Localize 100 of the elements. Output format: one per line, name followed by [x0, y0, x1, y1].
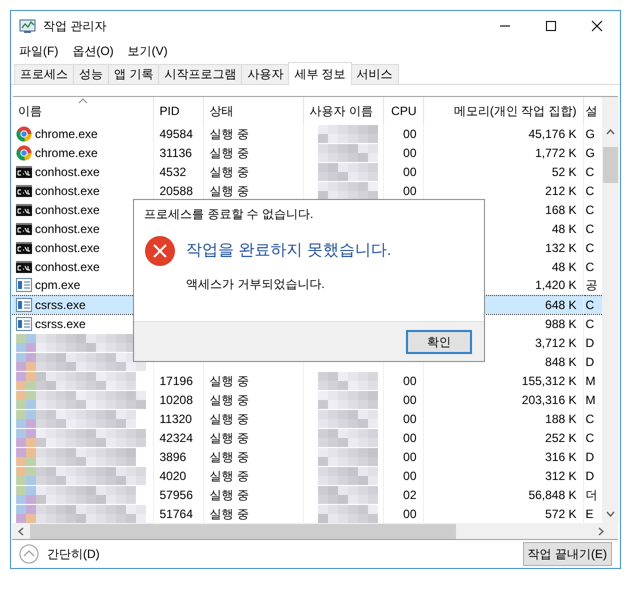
memory-text: 988 K — [545, 316, 576, 331]
status-text: 실행 중 — [210, 184, 249, 198]
end-task-button[interactable]: 작업 끝내기(E) — [522, 542, 612, 566]
console-icon — [16, 204, 32, 216]
error-icon — [144, 235, 176, 267]
column-header[interactable]: 설 — [586, 104, 598, 118]
status-text: 실행 중 — [210, 392, 249, 406]
tab[interactable]: 서비스 — [350, 64, 399, 84]
close-icon[interactable] — [591, 20, 603, 32]
console-icon — [16, 260, 32, 272]
collapse-link[interactable]: 간단히(D) — [47, 545, 100, 563]
status-text: 실행 중 — [210, 412, 249, 426]
ok-button[interactable]: 확인 — [406, 330, 472, 354]
memory-text: 1,420 K — [535, 278, 576, 292]
cpu-text: 00 — [403, 450, 416, 464]
tab[interactable]: 사용자 — [241, 64, 290, 84]
process-name: chrome.exe — [35, 126, 98, 142]
tab[interactable]: 성능 — [73, 64, 109, 84]
column-7-text: C — [586, 412, 594, 426]
status-text: 실행 중 — [210, 506, 249, 520]
process-name: chrome.exe — [35, 144, 98, 162]
menu-item[interactable]: 옵션(O) — [72, 42, 114, 60]
column-7-text: E — [586, 506, 594, 520]
status-text: 실행 중 — [210, 146, 249, 160]
column-header[interactable]: 메모리(개인 작업 집합) — [454, 104, 576, 118]
dialog-message: 액세스가 거부되었습니다. — [185, 276, 325, 293]
console-icon — [16, 184, 32, 196]
status-text: 실행 중 — [210, 374, 249, 388]
memory-text: 48 K — [552, 222, 576, 236]
column-7-text: C — [586, 430, 594, 444]
column-header[interactable]: 상태 — [210, 104, 234, 118]
process-name: csrss.exe — [35, 296, 86, 314]
column-header[interactable]: 이름 — [18, 104, 42, 118]
cpu-text: 00 — [403, 164, 416, 178]
status-text: 실행 중 — [210, 126, 249, 140]
menu-item[interactable]: 파일(F) — [19, 42, 58, 60]
sort-icon — [78, 98, 88, 104]
column-7-text: C — [586, 316, 594, 331]
process-name-cell[interactable]: chrome.exe — [12, 143, 153, 162]
pid-text: 42324 — [160, 430, 193, 444]
cpu-text: 00 — [403, 126, 416, 140]
status-text: 실행 중 — [210, 450, 249, 464]
pid-text: 31136 — [160, 146, 192, 160]
scrollbar-thumb[interactable] — [30, 524, 456, 538]
column-7-text: M — [586, 374, 596, 388]
process-name-cell[interactable]: conhost.exe — [12, 162, 153, 181]
pid-text: 49584 — [160, 126, 193, 140]
collapse-icon[interactable] — [19, 544, 39, 564]
tab[interactable]: 시작프로그램 — [158, 64, 242, 84]
memory-text: 3,712 K — [535, 336, 576, 350]
column-7-text: G — [586, 146, 595, 160]
maximize-icon[interactable] — [545, 20, 557, 32]
scroll-down-icon[interactable] — [606, 511, 615, 517]
memory-text: 848 K — [545, 354, 576, 368]
memory-text: 188 K — [545, 412, 576, 426]
console-icon — [16, 222, 32, 234]
memory-text: 132 K — [545, 240, 576, 254]
pid-text: 17196 — [160, 374, 193, 388]
process-name-cell[interactable]: chrome.exe — [12, 124, 153, 143]
memory-text: 312 K — [545, 468, 576, 482]
tab[interactable]: 앱 기록 — [108, 64, 160, 84]
memory-text: 203,316 K — [522, 392, 576, 406]
dialog-heading: 작업을 완료하지 못했습니다. — [186, 241, 392, 261]
memory-text: 316 K — [545, 450, 576, 464]
browser-icon — [16, 144, 32, 160]
process-name: conhost.exe — [35, 220, 100, 238]
window-icon — [16, 298, 32, 312]
memory-text: 648 K — [545, 298, 576, 312]
column-7-text: C — [586, 202, 594, 216]
status-text: 실행 중 — [210, 468, 249, 482]
browser-icon — [16, 126, 32, 142]
tab[interactable]: 세부 정보 — [288, 62, 352, 85]
column-header[interactable]: 사용자 이름 — [310, 104, 373, 118]
cpu-text: 00 — [403, 374, 416, 388]
column-header[interactable]: PID — [160, 104, 180, 118]
tab[interactable]: 프로세스 — [14, 64, 74, 84]
task-manager-icon — [19, 18, 37, 34]
column-7-text: 더 — [586, 488, 598, 502]
cpu-text: 00 — [403, 412, 416, 426]
cpu-text: 00 — [403, 430, 416, 444]
pid-text: 20588 — [160, 184, 193, 198]
scroll-left-icon[interactable] — [18, 526, 24, 536]
column-7-text: C — [586, 184, 594, 198]
memory-text: 212 K — [545, 184, 576, 198]
column-7-text: C — [586, 298, 594, 312]
pid-text: 51764 — [160, 506, 193, 520]
column-7-text: 공 — [586, 278, 598, 292]
memory-text: 45,176 K — [528, 126, 576, 140]
process-name: cpm.exe — [35, 277, 80, 294]
memory-text: 48 K — [552, 260, 576, 274]
scrollbar-thumb[interactable] — [603, 147, 618, 183]
process-name: csrss.exe — [35, 316, 86, 333]
status-text: 실행 중 — [210, 488, 249, 502]
menu-item[interactable]: 보기(V) — [128, 42, 168, 60]
cpu-text: 00 — [403, 468, 416, 482]
scroll-right-icon[interactable] — [598, 526, 604, 536]
scroll-up-icon[interactable] — [606, 129, 615, 135]
cpu-text: 00 — [403, 184, 416, 198]
column-header[interactable]: CPU — [391, 104, 416, 118]
cpu-text: 00 — [403, 506, 416, 520]
